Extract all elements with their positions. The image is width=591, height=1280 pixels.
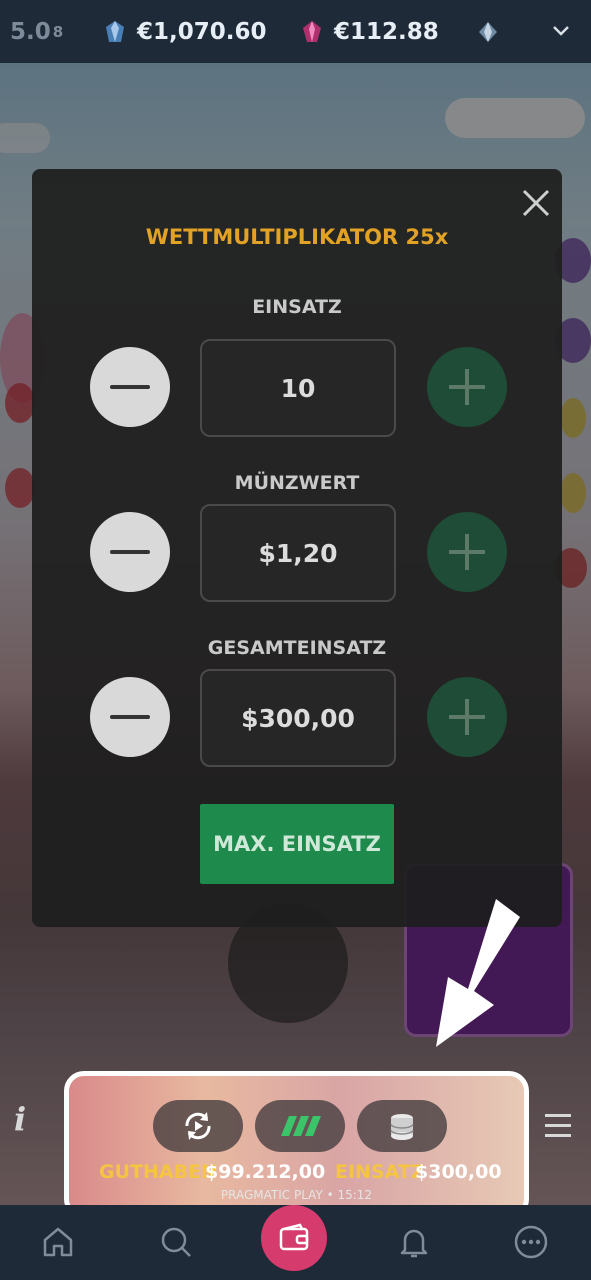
turbo-icon — [281, 1116, 321, 1136]
total-bet-plus-button[interactable] — [427, 677, 507, 757]
autoplay-button[interactable] — [153, 1100, 243, 1152]
bet-level-minus-button[interactable] — [90, 347, 170, 427]
pointer-arrow-icon — [436, 899, 520, 1047]
balance-amount-pink: €112.88 — [334, 18, 439, 45]
pink-gem-icon — [303, 20, 321, 42]
coin-value-value: $1,20 — [200, 504, 396, 602]
wallet-balance-bar: 5.0 8 €1,070.60 €112.88 — [0, 0, 591, 63]
total-bet-minus-button[interactable] — [90, 677, 170, 757]
plus-icon-stem — [465, 699, 469, 735]
blue-gem-icon — [106, 20, 124, 42]
bet-multiplier-title: WETTMULTIPLIKATOR 25x — [145, 225, 449, 249]
info-icon[interactable]: i — [14, 1100, 26, 1138]
balance-label: GUTHABEN — [99, 1161, 217, 1183]
minus-icon — [110, 550, 150, 554]
hamburger-menu-icon[interactable] — [545, 1112, 571, 1140]
game-control-bar: GUTHABEN $99.212,00 EINSATZ $300,00 PRAG… — [64, 1071, 529, 1219]
partial-balance[interactable]: 5.0 8 — [10, 0, 63, 63]
bet-level-value: 10 — [200, 339, 396, 437]
max-bet-button[interactable]: MAX. EINSATZ — [200, 804, 394, 884]
total-bet-value: $300,00 — [200, 669, 396, 767]
balance-item-diamond[interactable] — [478, 0, 498, 63]
balance-item-blue[interactable]: €1,070.60 — [105, 0, 267, 63]
minus-icon — [110, 715, 150, 719]
wallet-button[interactable] — [261, 1205, 327, 1271]
bet-level-plus-button[interactable] — [427, 347, 507, 427]
balance-item-pink[interactable]: €112.88 — [302, 0, 439, 63]
partial-balance-value: 5.0 — [10, 18, 51, 45]
minus-icon — [110, 385, 150, 389]
plus-icon-stem — [465, 534, 469, 570]
search-icon[interactable] — [158, 1224, 194, 1260]
bet-label: EINSATZ — [335, 1161, 425, 1183]
bell-icon[interactable] — [396, 1224, 432, 1260]
bet-settings-modal: WETTMULTIPLIKATOR 25x EINSATZ 10 MÜNZWER… — [32, 169, 562, 927]
balance-amount-blue: €1,070.60 — [137, 18, 267, 45]
chevron-down-icon[interactable] — [551, 20, 571, 40]
close-icon[interactable] — [518, 185, 554, 221]
coin-value-minus-button[interactable] — [90, 512, 170, 592]
bet-settings-button[interactable] — [357, 1100, 447, 1152]
provider-footer: PRAGMATIC PLAY • 15:12 — [220, 1188, 373, 1202]
partial-balance-superscript: 8 — [52, 22, 64, 41]
plus-icon-stem — [465, 369, 469, 405]
turbo-spin-button[interactable] — [255, 1100, 345, 1152]
coin-value-label: MÜNZWERT — [234, 472, 360, 494]
coins-icon — [390, 1114, 414, 1140]
balance-value: $99.212,00 — [205, 1161, 326, 1183]
autoplay-icon — [185, 1112, 211, 1140]
total-bet-label: GESAMTEINSATZ — [207, 637, 387, 659]
diamond-gem-icon — [479, 21, 497, 42]
bottom-navigation — [0, 1205, 591, 1280]
wallet-icon — [279, 1223, 309, 1251]
home-icon[interactable] — [40, 1224, 76, 1260]
more-icon[interactable] — [513, 1224, 549, 1260]
coin-value-plus-button[interactable] — [427, 512, 507, 592]
bet-level-label: EINSATZ — [252, 296, 342, 318]
bet-value: $300,00 — [415, 1161, 502, 1183]
